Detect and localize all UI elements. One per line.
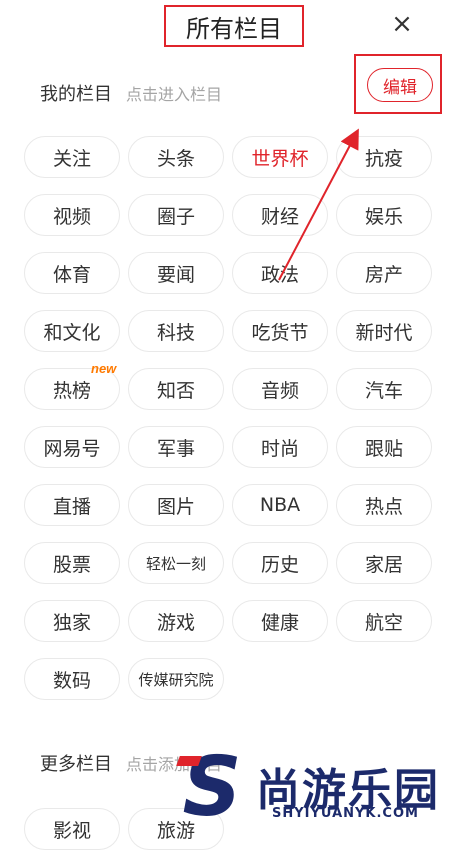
my-column-chip-label: 娱乐 — [364, 205, 403, 228]
watermark-logo: S 尚游乐园 SHYIYUANYK.COM — [172, 747, 450, 829]
my-column-chip-label: 图片 — [156, 495, 195, 518]
my-column-chip[interactable]: 娱乐 — [336, 194, 432, 236]
my-column-chip-label: 体育 — [52, 263, 91, 286]
edit-button[interactable]: 编辑 — [367, 68, 433, 102]
my-column-chip[interactable]: 体育 — [24, 252, 120, 294]
watermark-accent — [176, 756, 202, 766]
my-column-chip-label: 股票 — [52, 553, 91, 576]
close-icon[interactable]: × — [388, 10, 416, 38]
my-column-chip[interactable]: 热榜 new — [24, 361, 120, 410]
my-column-chip[interactable]: 头条 — [128, 136, 224, 178]
my-column-chip-label: 传媒研究院 — [138, 670, 214, 689]
my-column-chip[interactable]: 股票 — [24, 542, 120, 584]
my-column-chip[interactable]: 图片 — [128, 484, 224, 526]
my-column-chip[interactable]: 轻松一刻 — [128, 542, 224, 584]
my-column-chip-label: 新时代 — [355, 321, 413, 344]
my-column-chip[interactable]: 和文化 — [24, 310, 120, 352]
my-column-chip[interactable]: 圈子 — [128, 194, 224, 236]
my-column-chip[interactable]: NBA — [232, 484, 328, 526]
my-column-chip[interactable]: 关注 — [24, 136, 120, 178]
my-column-chip-label: 轻松一刻 — [145, 554, 206, 573]
my-column-chip[interactable]: 游戏 — [128, 600, 224, 642]
my-column-chip-label: 历史 — [260, 553, 299, 576]
my-column-chip[interactable]: 热点 — [336, 484, 432, 526]
my-column-chip[interactable]: 政法 — [232, 252, 328, 294]
my-column-chip[interactable]: 知否 — [128, 368, 224, 410]
my-column-chip-label: 家居 — [364, 553, 403, 576]
my-column-chip[interactable]: 传媒研究院 — [128, 658, 224, 700]
new-badge: new — [91, 361, 117, 376]
my-column-chip[interactable]: 科技 — [128, 310, 224, 352]
my-column-chip[interactable]: 时尚 — [232, 426, 328, 468]
my-column-chip[interactable]: 数码 — [24, 658, 120, 700]
header: 所有栏目 × — [0, 0, 450, 58]
my-column-chip-label: 世界杯 — [251, 147, 309, 170]
my-column-chip-label: NBA — [259, 494, 301, 516]
my-column-chip[interactable]: 跟贴 — [336, 426, 432, 468]
more-columns-title: 更多栏目 — [40, 754, 112, 775]
my-column-chip-label: 和文化 — [43, 321, 101, 344]
my-column-chip[interactable]: 汽车 — [336, 368, 432, 410]
my-column-chip-label: 科技 — [156, 321, 195, 344]
my-column-chip-label: 热点 — [364, 495, 403, 518]
my-column-chip-label: 圈子 — [156, 205, 195, 228]
page-title: 所有栏目 — [164, 5, 304, 47]
my-column-chip-label: 政法 — [260, 263, 299, 286]
my-column-chip[interactable]: 世界杯 — [232, 136, 328, 178]
my-column-chip-label: 音频 — [260, 379, 299, 402]
my-columns-hint: 点击进入栏目 — [126, 85, 223, 104]
my-column-chip-label: 知否 — [156, 379, 195, 402]
my-column-chip-label: 头条 — [156, 147, 195, 170]
my-column-chip-label: 视频 — [52, 205, 91, 228]
my-column-chip-label: 吃货节 — [251, 321, 309, 344]
my-column-chip[interactable]: 要闻 — [128, 252, 224, 294]
my-column-chip-label: 网易号 — [43, 437, 101, 460]
my-column-chip-label: 跟贴 — [364, 437, 403, 460]
my-column-chip-label: 航空 — [364, 611, 403, 634]
my-column-chip[interactable]: 音频 — [232, 368, 328, 410]
my-columns-title: 我的栏目 — [40, 84, 112, 105]
my-column-chip-label: 时尚 — [260, 437, 299, 460]
my-column-chip-label: 热榜 — [52, 379, 91, 402]
my-column-chip-label: 数码 — [52, 669, 91, 692]
my-column-chip[interactable]: 航空 — [336, 600, 432, 642]
my-column-chip-label: 财经 — [260, 205, 299, 228]
my-column-chip[interactable]: 直播 — [24, 484, 120, 526]
my-columns-grid: 关注 头条 世界杯 抗疫视频 圈子 财经 娱乐体育 要闻 政法 房产和文化 科技 吃货节 新时代热榜 ne… — [24, 136, 438, 700]
my-column-chip-label: 独家 — [52, 611, 91, 634]
my-column-chip[interactable]: 健康 — [232, 600, 328, 642]
my-column-chip[interactable]: 抗疫 — [336, 136, 432, 178]
my-column-chip[interactable]: 吃货节 — [232, 310, 328, 352]
watermark-url: SHYIYUANYK.COM — [272, 806, 419, 821]
my-column-chip[interactable]: 历史 — [232, 542, 328, 584]
my-column-chip-label: 军事 — [156, 437, 195, 460]
my-column-chip-label: 抗疫 — [364, 147, 403, 170]
my-column-chip-label: 直播 — [52, 495, 91, 518]
more-column-chip[interactable]: 影视 — [24, 808, 120, 850]
my-column-chip-label: 房产 — [364, 263, 403, 286]
more-column-chip-label: 影视 — [52, 819, 91, 842]
my-column-chip[interactable]: 网易号 — [24, 426, 120, 468]
my-column-chip[interactable]: 独家 — [24, 600, 120, 642]
my-column-chip[interactable]: 军事 — [128, 426, 224, 468]
my-columns-header: 我的栏目 点击进入栏目 — [40, 80, 222, 106]
my-column-chip-label: 健康 — [260, 611, 299, 634]
my-column-chip[interactable]: 房产 — [336, 252, 432, 294]
my-column-chip-label: 游戏 — [156, 611, 195, 634]
my-column-chip[interactable]: 财经 — [232, 194, 328, 236]
my-column-chip[interactable]: 家居 — [336, 542, 432, 584]
my-column-chip[interactable]: 新时代 — [336, 310, 432, 352]
my-column-chip-label: 关注 — [52, 147, 91, 170]
my-column-chip-label: 汽车 — [364, 379, 403, 402]
my-column-chip[interactable]: 视频 — [24, 194, 120, 236]
my-column-chip-label: 要闻 — [156, 263, 195, 286]
